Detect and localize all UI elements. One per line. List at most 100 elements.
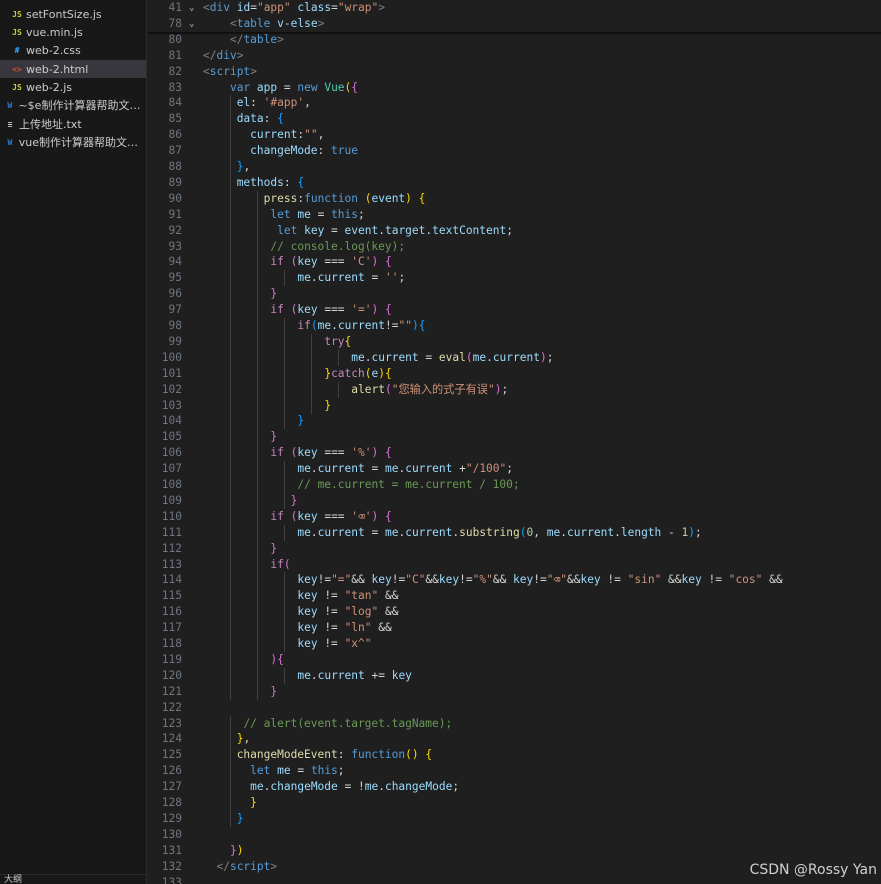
code-line[interactable]: 128} (148, 795, 881, 811)
code-line[interactable]: 102 alert("您输入的式子有误"); (148, 381, 881, 398)
line-number: 98 (168, 319, 182, 332)
indent-guide (283, 524, 285, 541)
code-line[interactable]: 87 changeMode: true (148, 143, 881, 160)
code-line[interactable]: 86 current:"", (148, 127, 881, 144)
file-item[interactable]: <> web-2.html (0, 60, 146, 78)
code-line[interactable]: 106 if (key === '%') { (148, 445, 881, 462)
code-line[interactable]: 120 me.current += key (148, 667, 881, 684)
outline-section-header[interactable]: 大纲 (0, 874, 146, 884)
code-line[interactable]: 125 changeModeEvent: function() { (148, 747, 881, 764)
line-number: 121 (161, 684, 182, 698)
code-line[interactable]: 126 let me = this; (148, 763, 881, 780)
code-line[interactable]: 88}, (148, 159, 881, 175)
line-number: 94 (168, 255, 182, 269)
code-line[interactable]: 94 if (key === 'C') { (148, 254, 881, 271)
indent-guide (229, 810, 231, 827)
code-line[interactable]: 95 me.current = ''; (148, 270, 881, 287)
indent-guide (229, 683, 231, 700)
indent-guide (229, 286, 231, 303)
code-line[interactable]: 92 let key = event.target.textContent; (148, 222, 881, 239)
code-line[interactable]: 109} (148, 492, 881, 509)
indent-guide (283, 477, 285, 493)
fold-chevron-icon[interactable]: ⌄ (189, 0, 201, 16)
code-line[interactable]: 113 if( (148, 556, 881, 573)
line-number: 84 (168, 96, 182, 110)
code-line[interactable]: 115 key != "tan" && (148, 588, 881, 605)
code-line[interactable]: 122 (148, 700, 881, 716)
file-item[interactable]: ≡ 上传地址.txt (0, 115, 146, 133)
code-line[interactable]: 123 // alert(event.target.tagName); (148, 715, 881, 732)
code-line[interactable]: 83 var app = new Vue({ (148, 80, 881, 96)
code-line[interactable]: 129} (148, 810, 881, 827)
indent-guide (229, 763, 231, 780)
code-line[interactable]: 127 me.changeMode = !me.changeMode; (148, 779, 881, 796)
code-line[interactable]: 41 ⌄ <div id="app" class="wrap"> (148, 0, 881, 16)
code-line[interactable]: 117 key != "ln" && (148, 620, 881, 637)
indent-guide (229, 461, 231, 478)
code-line[interactable]: 85 data: { (148, 111, 881, 128)
indent-guide (283, 572, 285, 589)
code-text: let me = this; (250, 764, 345, 778)
code-line[interactable]: 124}, (148, 731, 881, 748)
indent-guide (256, 270, 258, 287)
code-line[interactable]: 81 </div> (148, 48, 881, 64)
code-line[interactable]: 104} (148, 413, 881, 430)
indent-guide (283, 381, 285, 398)
indent-guide (229, 556, 231, 573)
code-line[interactable]: 108 // me.current = me.current / 100; (148, 477, 881, 493)
indent-guide (283, 667, 285, 684)
indent-guide (256, 492, 258, 509)
indent-guide (256, 238, 258, 255)
line-number: 88 (168, 160, 182, 173)
code-editor[interactable]: 41 ⌄ <div id="app" class="wrap"> 78 ⌄ <table … (148, 0, 881, 884)
code-line[interactable]: 96} (148, 286, 881, 303)
file-item[interactable]: # web-2.css (0, 41, 146, 59)
indent-guide (229, 508, 231, 525)
code-line[interactable]: 82 <script> (148, 64, 881, 80)
code-line[interactable]: 119){ (148, 651, 881, 668)
code-line[interactable]: 99 try{ (148, 333, 881, 350)
indent-guide (229, 143, 231, 160)
file-item[interactable]: Wvue制作计算器帮助文档... (0, 133, 146, 151)
code-text: }catch(e){ (324, 366, 392, 380)
code-line[interactable]: 112} (148, 540, 881, 557)
indent-guide (256, 556, 258, 573)
file-item[interactable]: W ~$e制作计算器帮助文档... (0, 96, 146, 114)
code-line[interactable]: 78 ⌄ <table v-else> (148, 15, 881, 32)
file-item[interactable]: JS web-2.js (0, 78, 146, 96)
line-number: 133 (161, 875, 182, 884)
code-line[interactable]: 107 me.current = me.current +"/100"; (148, 461, 881, 478)
indent-guide (256, 461, 258, 478)
code-line[interactable]: 89 methods: { (148, 174, 881, 191)
code-line[interactable]: 130 (148, 827, 881, 843)
code-line[interactable]: 131}) (148, 843, 881, 859)
indent-guide (310, 397, 312, 414)
code-line[interactable]: 110 if (key === '⌫') { (148, 508, 881, 525)
code-text: <div id="app" class="wrap"> (203, 1, 385, 14)
file-item[interactable]: JS vue.min.js (0, 23, 146, 41)
code-line[interactable]: 118 key != "x^" (148, 636, 881, 652)
code-line[interactable]: 111 me.current = me.current.substring(0, … (148, 524, 881, 541)
code-line[interactable]: 100 me.current = eval(me.current); (148, 349, 881, 366)
code-line[interactable]: 101}catch(e){ (148, 365, 881, 382)
code-line[interactable]: 114 key!="="&& key!="C"&&key!="%"&& key!=… (148, 572, 881, 589)
fold-chevron-icon[interactable]: ⌄ (189, 16, 201, 32)
indent-guide (283, 333, 285, 350)
code-line[interactable]: 93 // console.log(key); (148, 238, 881, 255)
code-line[interactable]: 105} (148, 429, 881, 446)
code-text: me.current = me.current.substring(0, me.… (297, 525, 702, 539)
code-line[interactable]: 90 press:function (event) { (148, 190, 881, 207)
code-line[interactable]: 91 let me = this; (148, 206, 881, 223)
indent-guide (229, 333, 231, 350)
indent-guide (256, 397, 258, 414)
code-line[interactable]: 116 key != "log" && (148, 604, 881, 621)
code-line[interactable]: 98 if(me.current!=""){ (148, 318, 881, 334)
code-line[interactable]: 84 el: '#app', (148, 95, 881, 112)
code-line[interactable]: 103} (148, 397, 881, 414)
file-item[interactable]: JS setFontSize.js (0, 5, 146, 23)
code-line[interactable]: 121} (148, 683, 881, 700)
indent-guide (256, 365, 258, 382)
code-text: } (236, 811, 244, 825)
indent-guide (283, 397, 285, 414)
code-line[interactable]: 97 if (key === '=') { (148, 302, 881, 319)
